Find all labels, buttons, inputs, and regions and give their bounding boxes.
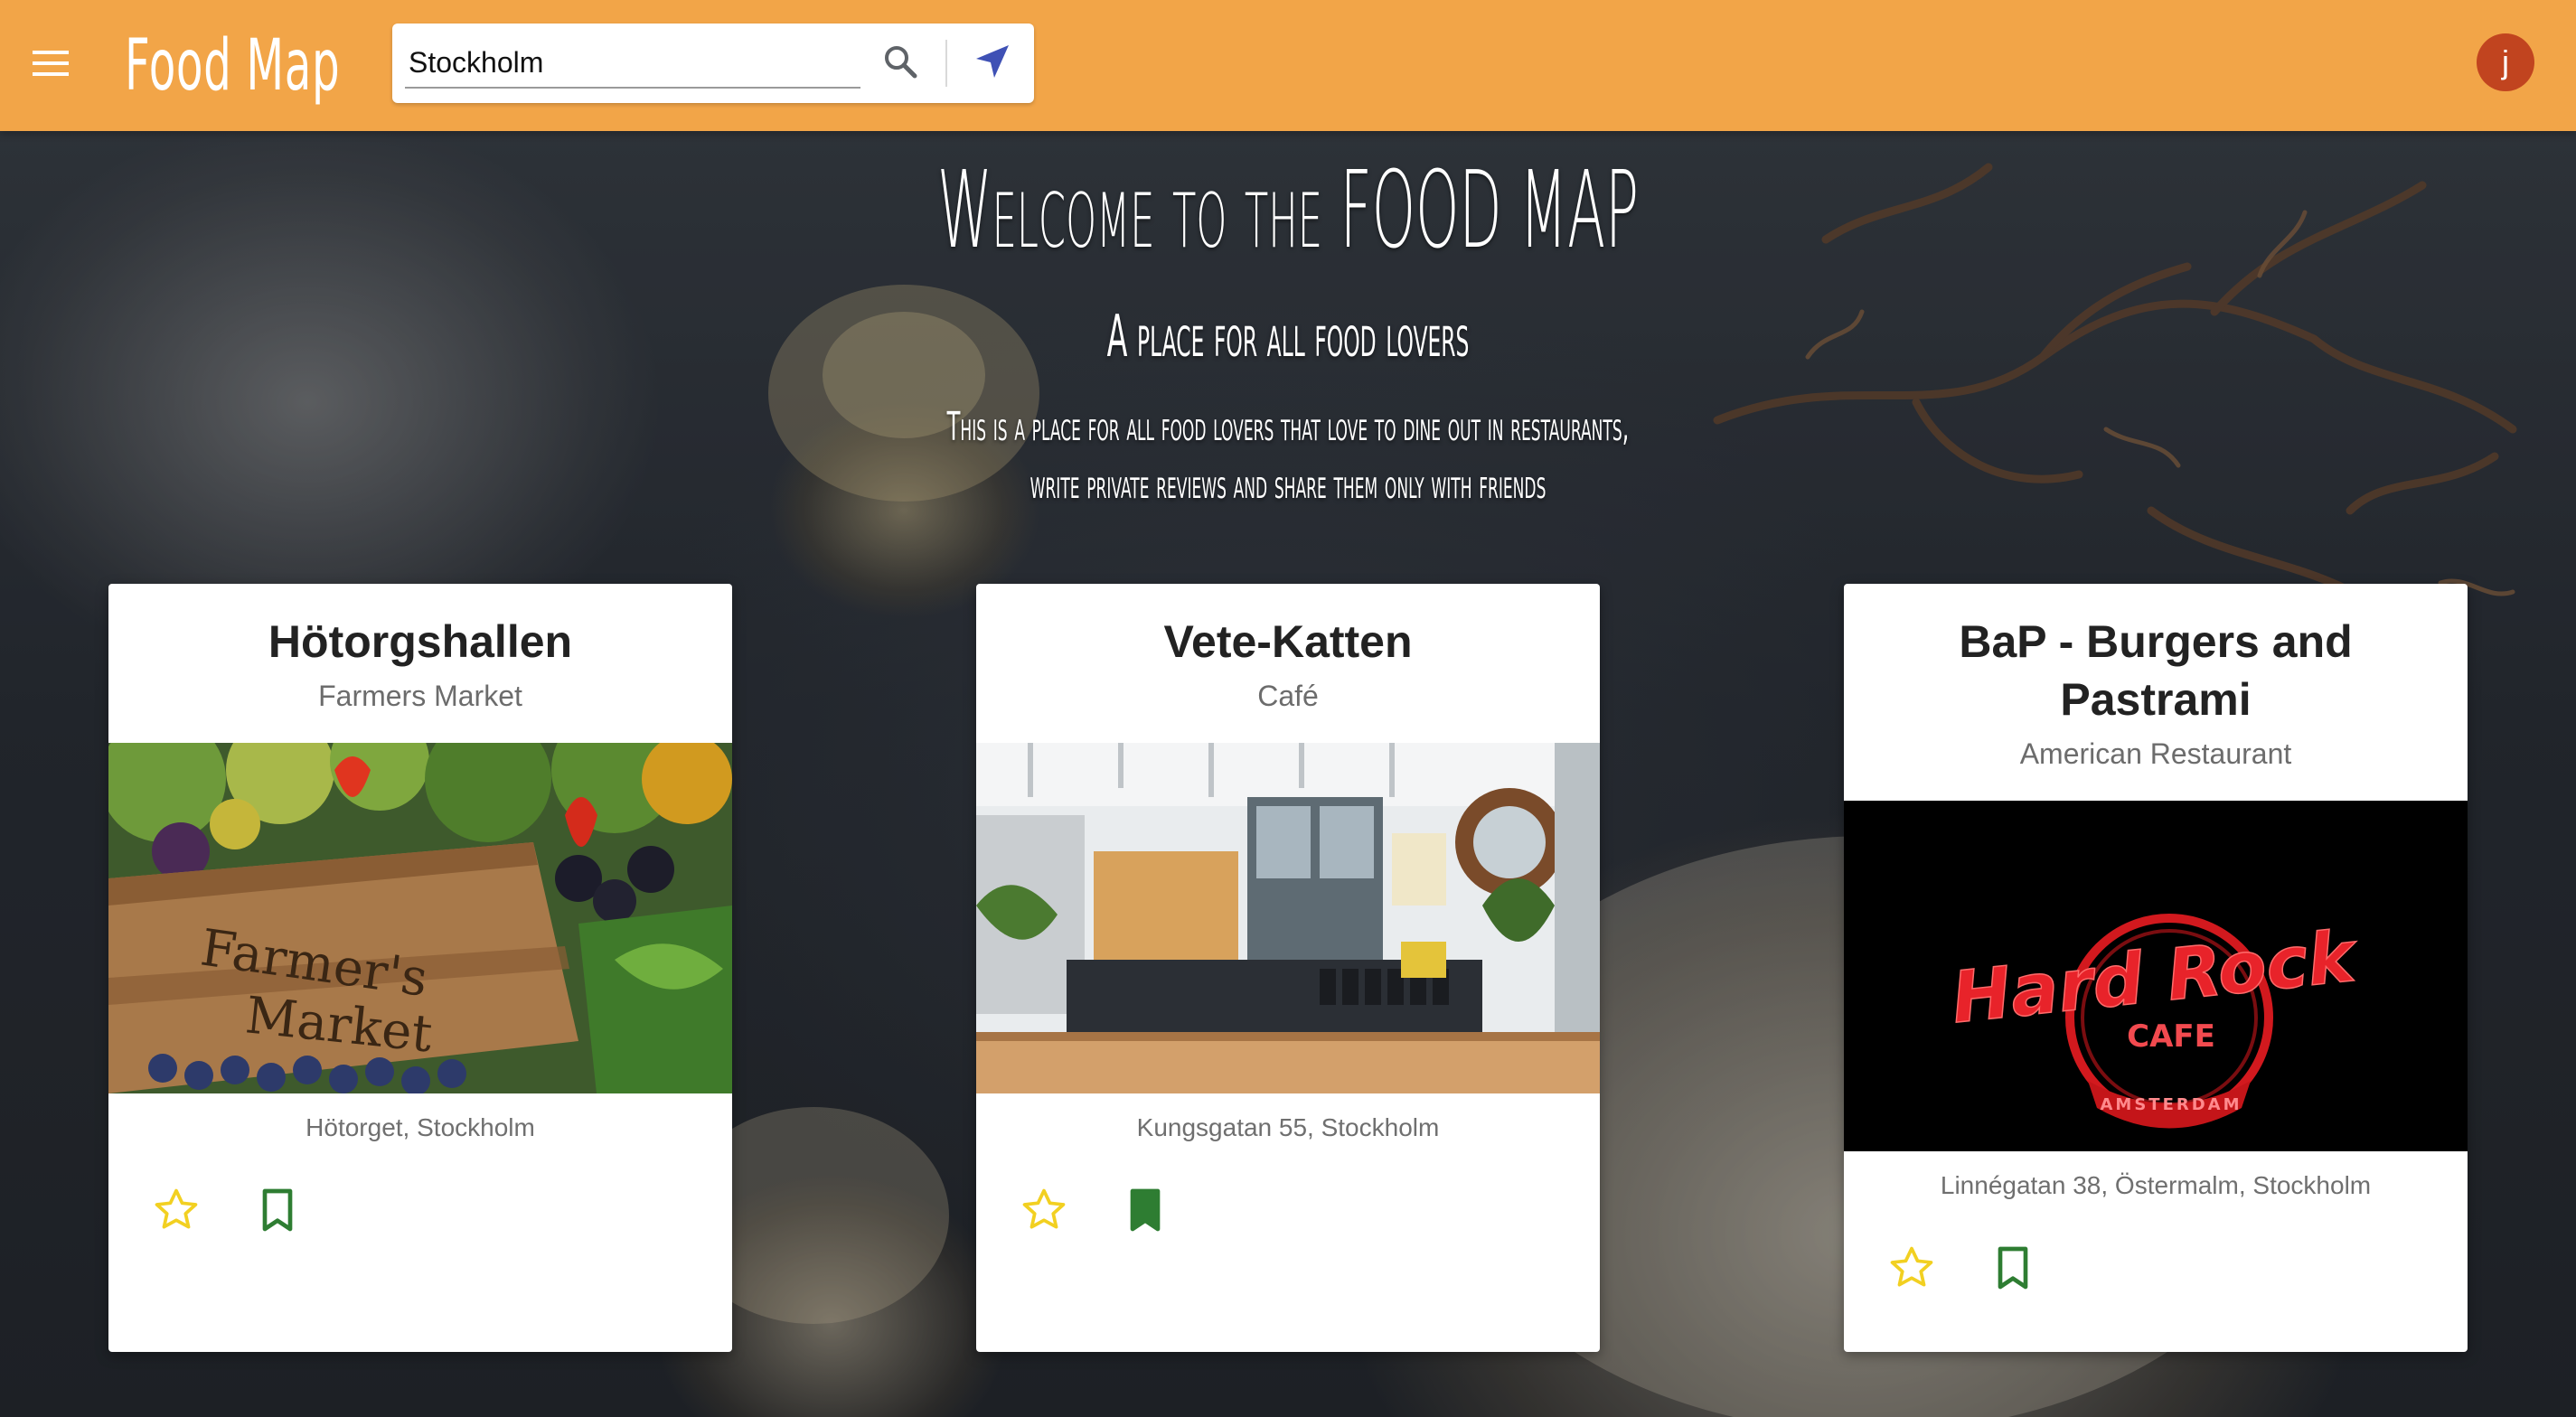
card-category: Farmers Market <box>318 680 522 712</box>
place-card-vete-katten[interactable]: Vete-Katten Café Kungsgatan 55, Stockhol… <box>976 584 1600 1352</box>
card-header: Vete-Katten Café <box>976 584 1600 718</box>
card-address: Linnégatan 38, Östermalm, Stockholm <box>1940 1171 2372 1199</box>
svg-text:AMSTERDAM: AMSTERDAM <box>2100 1095 2242 1114</box>
favorite-button[interactable] <box>1012 1180 1076 1243</box>
hero-description: This is a place for all food lovers that… <box>579 399 1997 514</box>
star-outline-icon <box>151 1185 202 1240</box>
menu-icon <box>33 49 69 82</box>
hero-description-line-2: write private reviews and share them onl… <box>1029 462 1547 508</box>
star-outline-icon <box>1019 1185 1069 1240</box>
card-actions <box>1880 1238 2151 1301</box>
my-location-button[interactable] <box>964 36 1021 90</box>
favorite-button[interactable] <box>1880 1238 1943 1301</box>
card-category: Café <box>1257 680 1319 712</box>
hero-subtitle: A place for all food lovers <box>1106 304 1470 371</box>
bookmark-button[interactable] <box>1981 1238 2045 1301</box>
svg-text:CAFE: CAFE <box>2127 1018 2215 1055</box>
bookmark-filled-icon <box>1120 1185 1170 1240</box>
bookmark-outline-icon <box>1988 1243 2038 1298</box>
favorite-button[interactable] <box>145 1180 208 1243</box>
search-button[interactable] <box>871 36 929 90</box>
card-header: BaP - Burgers and Pastrami American Rest… <box>1844 584 2468 775</box>
search-input[interactable] <box>405 38 860 89</box>
star-outline-icon <box>1886 1243 1937 1298</box>
card-title: Hötorgshallen <box>268 616 573 667</box>
card-actions <box>145 1180 416 1243</box>
card-actions <box>1012 1180 1283 1243</box>
bookmark-button[interactable] <box>246 1180 309 1243</box>
card-title: Vete-Katten <box>1163 616 1413 667</box>
hero-description-line-1: This is a place for all food lovers that… <box>946 404 1630 450</box>
menu-button[interactable] <box>24 42 78 89</box>
user-avatar[interactable]: j <box>2477 33 2534 91</box>
bookmark-button[interactable] <box>1114 1180 1177 1243</box>
farmers-market-crate-image[interactable]: Farmer's Market <box>108 743 732 1093</box>
card-header: Hötorgshallen Farmers Market <box>108 584 732 718</box>
hard-rock-cafe-neon-logo-image[interactable]: Hard Rock CAFE AMSTERDAM <box>1844 801 2468 1151</box>
card-title: BaP - Burgers and Pastrami <box>1959 616 2353 725</box>
bookmark-outline-icon <box>252 1185 303 1240</box>
card-address: Hötorget, Stockholm <box>306 1113 535 1141</box>
app-logo-title[interactable]: Food Map <box>125 16 340 116</box>
place-card-bap-burgers-and-pastrami[interactable]: BaP - Burgers and Pastrami American Rest… <box>1844 584 2468 1352</box>
hero-title: Welcome to the FOOD MAP <box>936 147 1640 272</box>
place-card-hotorgshallen[interactable]: Hötorgshallen Farmers Market Farmer's Ma… <box>108 584 732 1352</box>
search-divider <box>945 40 947 87</box>
card-address: Kungsgatan 55, Stockholm <box>1136 1113 1440 1141</box>
card-category: American Restaurant <box>2019 737 2292 770</box>
app-bar: Food Map j <box>0 0 2576 131</box>
cafe-interior-image[interactable] <box>976 743 1600 1093</box>
navigation-arrow-icon <box>973 42 1012 86</box>
search-bar <box>392 23 1034 103</box>
search-icon <box>882 43 918 84</box>
